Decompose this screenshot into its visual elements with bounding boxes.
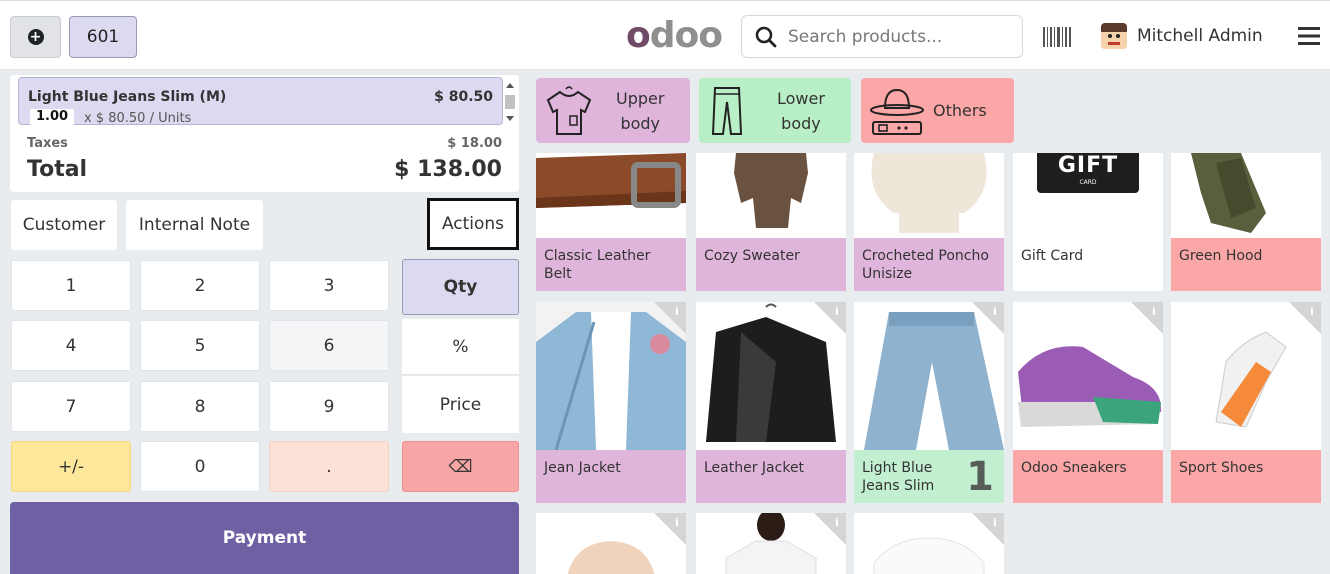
svg-text:i: i (1310, 305, 1314, 318)
numpad-key-8[interactable]: 8 (140, 381, 260, 432)
backspace-button[interactable]: ⌫ (402, 441, 519, 492)
cart-qty-badge: 1 (966, 454, 994, 500)
product-card-jean-jacket[interactable]: i Jean Jacket (536, 302, 686, 503)
order-line-name: Light Blue Jeans Slim (M) (28, 89, 227, 105)
gift-card-image: GIFT CARD (1013, 153, 1163, 238)
info-icon[interactable]: i (1289, 302, 1321, 334)
order-line-qty: 1.00 (30, 109, 75, 127)
backspace-icon: ⌫ (448, 456, 473, 477)
order-line-price: $ 80.50 (434, 89, 493, 105)
qty-mode-button[interactable]: Qty (402, 259, 519, 315)
numpad-key-3[interactable]: 3 (269, 260, 389, 311)
product-card-odoo-sneakers[interactable]: i Odoo Sneakers (1013, 302, 1163, 503)
search-icon (755, 26, 777, 47)
order-line[interactable]: Light Blue Jeans Slim (M) $ 80.50 1.00 x… (18, 77, 503, 127)
product-card-cozy-sweater[interactable]: Cozy Sweater (696, 153, 846, 291)
taxes-value: $ 18.00 (447, 136, 502, 151)
search-box[interactable] (741, 15, 1023, 58)
product-card-sport-shoes[interactable]: i Sport Shoes (1171, 302, 1321, 503)
numpad-key-7[interactable]: 7 (11, 381, 131, 432)
product-card-classic-leather-belt[interactable]: Classic Leather Belt (536, 153, 686, 291)
order-tab[interactable]: 601 (69, 16, 137, 58)
category-lower-body[interactable]: Lower body (699, 78, 851, 143)
numpad-key-6[interactable]: 6 (269, 320, 389, 371)
product-card[interactable]: i (536, 513, 686, 574)
payment-button[interactable]: Payment (10, 502, 519, 574)
shirt-icon (546, 86, 592, 135)
info-icon[interactable]: i (972, 302, 1004, 334)
svg-text:i: i (835, 516, 839, 529)
taxes-label: Taxes (27, 136, 68, 151)
poncho-image (854, 153, 1004, 238)
discount-mode-button[interactable]: % (402, 319, 519, 375)
product-card-crocheted-poncho[interactable]: Crocheted Poncho Unisize (854, 153, 1004, 291)
product-name: Jean Jacket (544, 460, 621, 476)
svg-text:i: i (675, 305, 679, 318)
hat-belt-icon (870, 88, 924, 135)
internal-note-button[interactable]: Internal Note (126, 200, 263, 250)
product-name: Classic Leather Belt (544, 248, 651, 282)
product-card-green-hood[interactable]: Green Hood (1171, 153, 1321, 291)
product-name: Leather Jacket (704, 460, 805, 476)
info-icon[interactable]: i (814, 513, 846, 545)
total-label: Total (27, 157, 88, 182)
actions-button[interactable]: Actions (427, 198, 519, 250)
product-card-leather-jacket[interactable]: i Leather Jacket (696, 302, 846, 503)
total-value: $ 138.00 (394, 157, 502, 182)
product-card-gift-card[interactable]: GIFT CARD Gift Card (1013, 153, 1163, 291)
category-others[interactable]: Others (861, 78, 1014, 143)
category-label: Lower body (777, 88, 825, 133)
pants-icon (711, 87, 743, 135)
hood-image (1171, 153, 1321, 238)
product-name: Gift Card (1021, 248, 1084, 264)
product-name: Cozy Sweater (704, 248, 800, 264)
category-label: Others (933, 101, 987, 120)
numpad-key-plus-minus[interactable]: +/- (11, 441, 131, 492)
hamburger-menu-icon[interactable] (1298, 26, 1320, 46)
info-icon[interactable]: i (972, 513, 1004, 545)
product-card-light-blue-jeans-slim[interactable]: i Light Blue Jeans Slim 1 (854, 302, 1004, 503)
price-mode-button[interactable]: Price (402, 376, 519, 433)
barcode-icon[interactable] (1043, 27, 1071, 47)
info-icon[interactable]: i (1131, 302, 1163, 334)
belt-image (536, 153, 686, 238)
numpad-key-4[interactable]: 4 (11, 320, 131, 371)
product-grid: Classic Leather Belt Cozy Sweater Croche… (527, 153, 1330, 574)
scrollbar[interactable] (504, 80, 516, 124)
numpad-key-0[interactable]: 0 (140, 441, 260, 492)
product-name: Odoo Sneakers (1021, 460, 1127, 476)
sweater-image (696, 153, 846, 238)
product-name: Green Hood (1179, 248, 1263, 264)
top-bar: + 601 odoo Mitchell Admin (0, 0, 1330, 70)
product-card[interactable]: i (696, 513, 846, 574)
numpad-key-2[interactable]: 2 (140, 260, 260, 311)
avatar (1101, 23, 1127, 49)
numpad-key-5[interactable]: 5 (140, 320, 260, 371)
svg-text:i: i (993, 305, 997, 318)
category-label: Upper body (616, 88, 665, 133)
search-input[interactable] (788, 26, 1018, 47)
svg-text:i: i (835, 305, 839, 318)
plus-icon: + (27, 29, 44, 45)
numpad-key-decimal[interactable]: . (269, 441, 389, 492)
order-line-unit-price: x $ 80.50 / Units (84, 111, 192, 126)
product-name: Sport Shoes (1179, 460, 1264, 476)
svg-text:i: i (1152, 305, 1156, 318)
customer-button[interactable]: Customer (11, 200, 117, 250)
info-icon[interactable]: i (654, 513, 686, 545)
info-icon[interactable]: i (654, 302, 686, 334)
user-name: Mitchell Admin (1137, 26, 1263, 46)
user-menu[interactable]: Mitchell Admin (1101, 23, 1263, 49)
info-icon[interactable]: i (814, 302, 846, 334)
product-card[interactable]: i (854, 513, 1004, 574)
numpad-key-1[interactable]: 1 (11, 260, 131, 311)
numpad-key-9[interactable]: 9 (269, 381, 389, 432)
svg-text:i: i (993, 516, 997, 529)
svg-text:i: i (675, 516, 679, 529)
category-upper-body[interactable]: Upper body (536, 78, 690, 143)
order-summary: Light Blue Jeans Slim (M) $ 80.50 1.00 x… (10, 75, 519, 192)
odoo-logo: odoo (626, 15, 723, 56)
product-name: Crocheted Poncho Unisize (862, 248, 989, 282)
new-order-button[interactable]: + (10, 16, 61, 58)
